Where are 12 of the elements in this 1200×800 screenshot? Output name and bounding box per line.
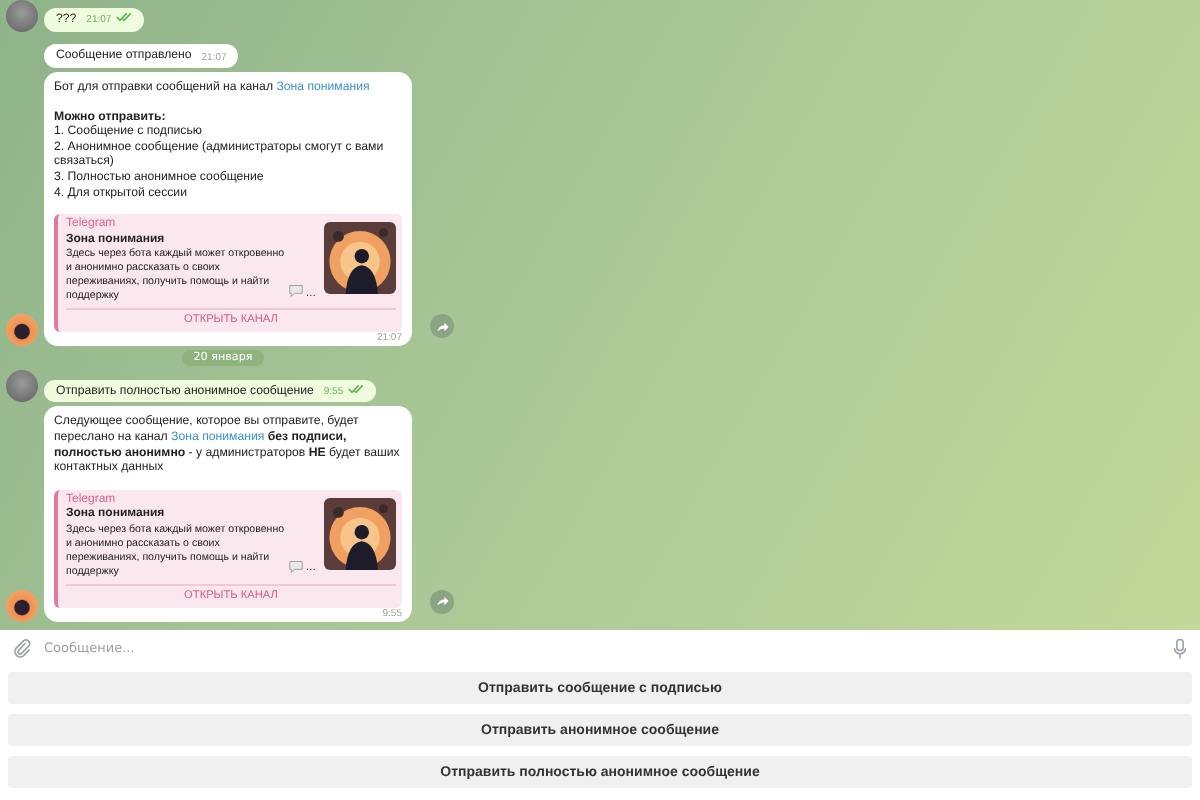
- user-avatar[interactable]: [6, 0, 38, 32]
- share-arrow-icon: [435, 594, 449, 609]
- forward-button[interactable]: [430, 314, 454, 339]
- silhouette-drawing: [324, 497, 396, 570]
- forward-button[interactable]: [430, 589, 454, 614]
- paperclip-icon[interactable]: [12, 638, 32, 658]
- microphone-icon[interactable]: [1172, 637, 1188, 659]
- silhouette-drawing: [324, 222, 396, 295]
- share-arrow-icon: [435, 319, 449, 334]
- user-avatar[interactable]: [6, 370, 38, 403]
- bot-avatar[interactable]: [6, 589, 38, 622]
- bot-avatar[interactable]: [6, 314, 38, 347]
